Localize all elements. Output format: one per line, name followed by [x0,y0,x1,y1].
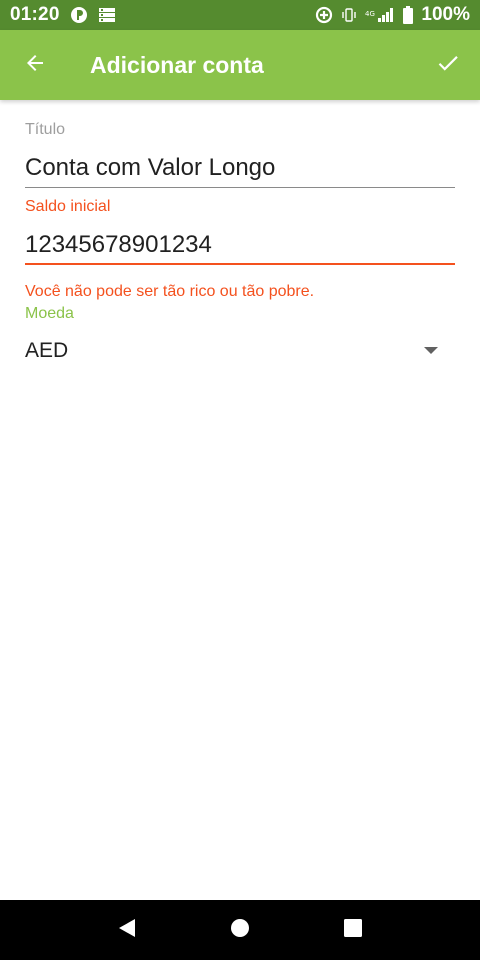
battery-icon [403,6,414,24]
back-button[interactable] [2,30,68,100]
arrow-back-icon [23,51,47,80]
nav-recents-button[interactable] [329,906,377,954]
nav-home-button[interactable] [216,906,264,954]
battery-percent: 100% [421,4,470,25]
storage-icon [98,7,116,23]
back-nav-icon [117,917,137,944]
data-saver-icon [315,6,333,24]
titulo-label: Título [25,121,66,138]
saldo-error-message: Você não pode ser tão rico ou tão pobre. [25,283,315,300]
app-bar: Adicionar conta [0,30,480,100]
moeda-selected-value: AED [25,339,69,362]
recents-nav-icon [344,918,363,942]
status-time: 01:20 [10,4,60,25]
status-bar: 01:20 4G 100% [0,0,480,30]
dropdown-arrow-icon [424,342,438,360]
saldo-inicial-label: Saldo inicial [25,198,111,215]
nav-back-button[interactable] [103,906,151,954]
notification-icon [70,6,88,24]
titulo-input[interactable]: Conta com Valor Longo [25,152,455,188]
moeda-select[interactable]: AED [25,336,455,366]
signal-4g-icon: 4G [365,7,395,23]
page-title: Adicionar conta [90,51,264,78]
home-nav-icon [230,918,250,943]
saldo-inicial-input[interactable]: 12345678901234 [25,230,455,265]
svg-text:4G: 4G [365,10,375,18]
vibrate-icon [341,7,357,23]
confirm-button[interactable] [418,30,478,100]
moeda-label: Moeda [25,305,74,322]
check-icon [435,50,461,81]
system-nav-bar [0,900,480,960]
